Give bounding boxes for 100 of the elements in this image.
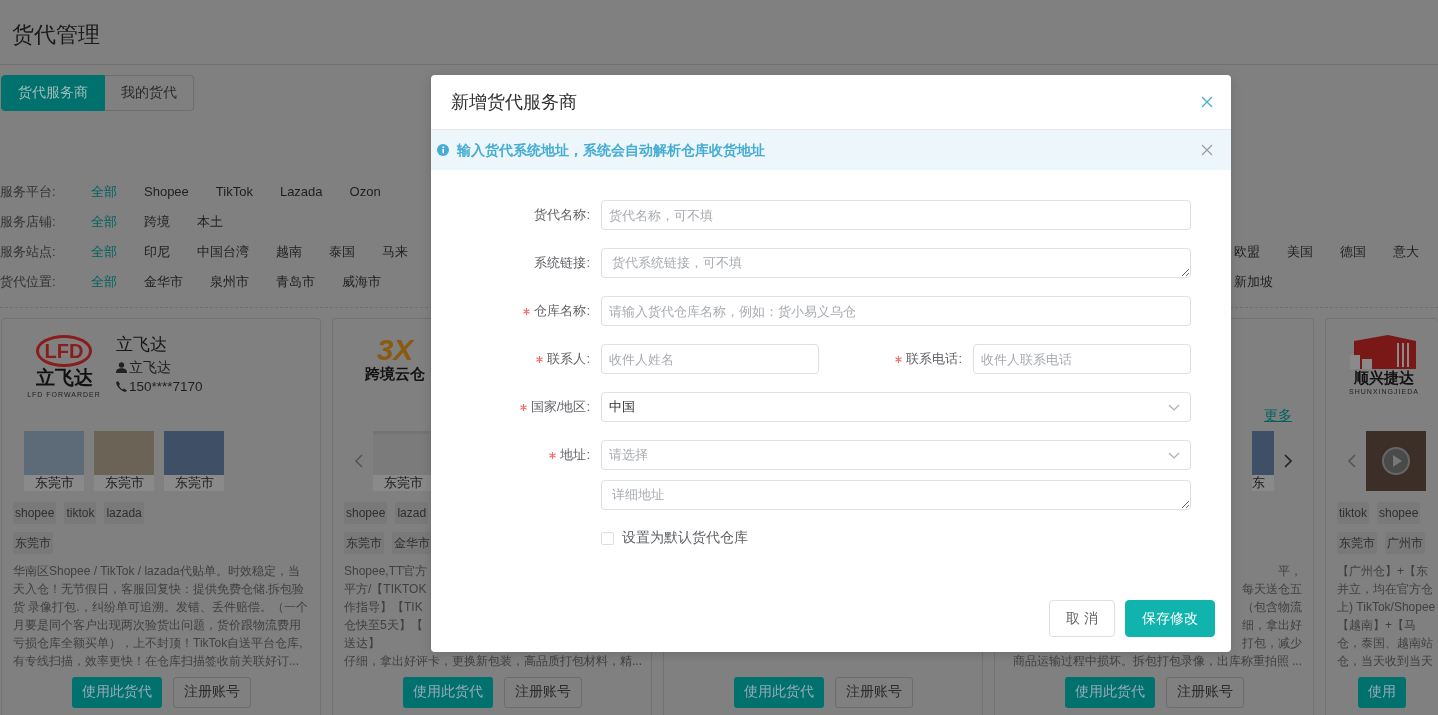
platform-tag: lazad <box>395 502 429 525</box>
platform-tag: tiktok <box>64 502 97 525</box>
description-line: 平， <box>1278 563 1302 580</box>
use-button[interactable]: 使用此货代 <box>402 677 493 708</box>
tab[interactable]: 我的货代 <box>105 75 194 111</box>
description-line: 仓快至5天】【 <box>344 617 423 634</box>
cancel-button[interactable]: 取 消 <box>1049 600 1115 637</box>
description-line: 每天送仓五 <box>1242 581 1302 598</box>
save-button[interactable]: 保存修改 <box>1125 600 1215 637</box>
field-label: 货代名称: <box>534 207 590 223</box>
photo-caption: 东莞市 <box>373 474 433 491</box>
select-field[interactable]: 中国 <box>601 392 1191 422</box>
field-label: 仓库名称: <box>534 303 590 319</box>
use-button[interactable]: 使用此货代 <box>1064 677 1155 708</box>
chevron-right-icon[interactable] <box>1284 453 1292 468</box>
platform-tag: shopee <box>13 502 57 525</box>
description-line: 并立，均在官方仓 <box>1337 581 1433 598</box>
location-tag: 东莞市 <box>13 532 53 555</box>
filter-option[interactable]: 意大 <box>1393 237 1419 267</box>
phone-icon <box>116 380 127 392</box>
person-icon <box>116 361 127 373</box>
logo-name: 立飞达 <box>35 367 93 390</box>
use-button[interactable]: 使用此货代 <box>733 677 824 708</box>
play-icon <box>1381 445 1411 476</box>
filter-option[interactable]: 越南 <box>276 237 302 267</box>
photo-caption: 东莞市 <box>164 474 224 491</box>
location-tag: 广州市 <box>1385 532 1425 555</box>
filter-option[interactable]: 新加坡 <box>1234 267 1273 297</box>
filter-option[interactable]: 泰国 <box>329 237 355 267</box>
filter-option[interactable]: Lazada <box>279 177 323 207</box>
input-field[interactable]: 收件人姓名 <box>601 344 819 374</box>
location-tag: 东莞市 <box>344 532 384 555</box>
filter-option[interactable]: 本土 <box>197 207 223 237</box>
description-line: 仓，泰国、越南站 <box>1337 635 1433 652</box>
text-area[interactable]: 货代系统链接，可不填 <box>601 248 1191 278</box>
description-line: 作指导】【TIK <box>344 599 423 616</box>
alert-text: 输入货代系统地址，系统会自动解析仓库收货地址 <box>457 140 766 160</box>
text-area[interactable]: 详细地址 <box>601 480 1191 510</box>
use-button[interactable]: 使用 <box>1358 677 1406 708</box>
checkbox-label: 设置为默认货代仓库 <box>622 529 748 547</box>
filter-option[interactable]: TikTok <box>215 177 253 207</box>
info-icon <box>437 144 449 156</box>
checkbox[interactable] <box>601 531 614 545</box>
photo-caption: 东莞市 <box>94 474 154 491</box>
description-line: 仔细，拿出好评卡，更换新包装，高品质打包材料，精... <box>344 653 642 670</box>
filter-option[interactable]: 美国 <box>1287 237 1313 267</box>
dialog-title: 新增货代服务商 <box>451 90 577 114</box>
filter-option[interactable]: Ozon <box>349 177 381 207</box>
logo-name: 跨境云仓 <box>365 365 425 383</box>
photo-caption: 东莞市 <box>24 474 84 491</box>
description-line: 打包，减少 <box>1242 635 1302 652</box>
use-button[interactable]: 使用此货代 <box>71 677 162 708</box>
input-field[interactable]: 请输入货代仓库名称，例如：货小易义乌仓 <box>601 296 1191 326</box>
description-line: 【广州仓】+【东 <box>1337 563 1428 580</box>
chevron-left-icon[interactable] <box>1348 453 1356 468</box>
close-icon[interactable] <box>1201 144 1213 156</box>
field-label: 国家/地区: <box>530 399 590 415</box>
filter-option[interactable]: 泉州市 <box>210 267 249 297</box>
filter-option[interactable]: 金华市 <box>144 267 183 297</box>
filter-option[interactable]: 中国台湾 <box>197 237 249 267</box>
photo-caption: 东 <box>1252 474 1274 491</box>
description-line: 仓，当天收到当天 <box>1337 653 1433 670</box>
filter-option[interactable]: 欧盟 <box>1234 237 1260 267</box>
description-line: 细，拿出好 <box>1242 617 1302 634</box>
description-line: 商品运输过程中损坏。拆包打包录像，出库称重拍照 ... <box>1012 653 1302 670</box>
chevron-down-icon <box>1168 451 1180 459</box>
register-button[interactable]: 注册账号 <box>834 677 913 708</box>
logo-name: 顺兴捷达 <box>1354 369 1414 387</box>
company-name: 立飞达 <box>116 334 168 356</box>
logo-mark: 3X <box>375 335 416 365</box>
platform-tag: tiktok <box>1337 502 1369 525</box>
description-line: （包含物流 <box>1242 599 1302 616</box>
platform-tag: shopee <box>344 502 388 525</box>
filter-label: 服务站点: <box>0 243 57 261</box>
filter-option[interactable]: 印尼 <box>144 237 170 267</box>
chevron-left-icon[interactable] <box>355 453 363 468</box>
close-icon[interactable] <box>1201 96 1213 108</box>
chevron-down-icon <box>1168 403 1180 411</box>
register-button[interactable]: 注册账号 <box>1165 677 1244 708</box>
register-button[interactable]: 注册账号 <box>503 677 582 708</box>
filter-option[interactable]: 青岛市 <box>276 267 315 297</box>
input-field[interactable]: 货代名称，可不填 <box>601 200 1191 230</box>
tab[interactable]: 货代服务商 <box>1 75 105 111</box>
page-title: 货代管理 <box>12 22 101 49</box>
filter-option[interactable]: 威海市 <box>342 267 381 297</box>
platform-tag: lazada <box>104 502 144 525</box>
filter-option[interactable]: 马来 <box>382 237 408 267</box>
input-field[interactable]: 收件人联系电话 <box>973 344 1191 374</box>
platform-tag: shopee <box>1377 502 1421 525</box>
phone-number: 150****7170 <box>129 377 203 396</box>
description-line: Shopee,TT官方 <box>344 563 428 580</box>
filter-option[interactable]: 德国 <box>1340 237 1366 267</box>
filter-option[interactable]: 跨境 <box>144 207 170 237</box>
contact-name: 立飞达 <box>129 358 171 377</box>
register-button[interactable]: 注册账号 <box>172 677 251 708</box>
description-line: 平方/【TIKTOK <box>344 581 427 598</box>
field-label: 联系电话: <box>906 351 962 367</box>
description-line: 送达】 <box>344 635 380 652</box>
select-field[interactable]: 请选择 <box>601 440 1191 470</box>
filter-option[interactable]: Shopee <box>144 177 189 207</box>
